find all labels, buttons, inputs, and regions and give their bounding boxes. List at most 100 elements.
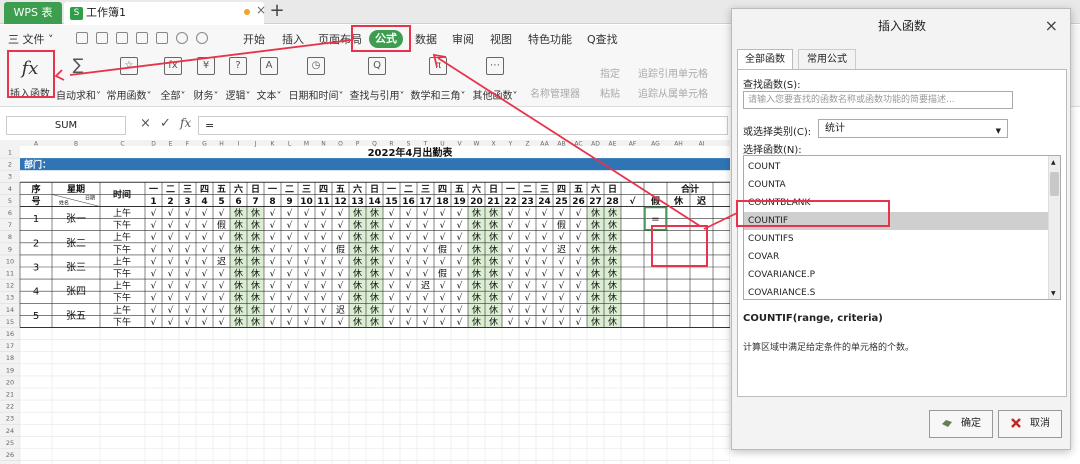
attendance-mark: √ <box>304 305 310 316</box>
menu-review[interactable]: 审阅 <box>452 31 474 47</box>
category-select[interactable]: 统计 ▼ <box>818 119 1008 138</box>
undo-icon[interactable] <box>176 32 188 44</box>
attendance-mark: 休 <box>353 231 362 243</box>
function-item[interactable]: COUNTBLANK <box>744 194 1049 212</box>
day-header: 7 <box>252 197 258 207</box>
function-item-selected[interactable]: COUNTIF <box>744 212 1049 230</box>
menu-page-layout[interactable]: 页面布局 <box>318 31 362 47</box>
attendance-mark: 休 <box>234 280 243 292</box>
other-functions-button[interactable]: ⋯ 其他函数˅ <box>470 57 520 102</box>
cancel-button[interactable]: 取消 <box>998 410 1062 438</box>
all-functions-button[interactable]: fx 全部˅ <box>157 57 189 102</box>
paste-button[interactable]: 粘贴 <box>600 85 620 100</box>
logic-button[interactable]: ? 逻辑˅ <box>222 57 254 102</box>
column-letter: AH <box>674 141 683 148</box>
tab-close-icon[interactable]: × <box>256 3 266 17</box>
clock-icon: ◷ <box>307 57 325 75</box>
menu-start[interactable]: 开始 <box>243 31 265 47</box>
redo-icon[interactable] <box>196 32 208 44</box>
menu-formula[interactable]: 公式 <box>369 30 403 48</box>
function-item[interactable]: COVARIANCE.P <box>744 266 1049 284</box>
row-number: 22 <box>6 403 14 411</box>
formula-input[interactable]: = <box>198 116 728 135</box>
tab-all-functions[interactable]: 全部函数 <box>737 49 793 70</box>
lookup-button[interactable]: Q 查找与引用˅ <box>348 57 406 102</box>
attendance-mark: √ <box>440 281 446 292</box>
menu-insert[interactable]: 插入 <box>282 31 304 47</box>
search-menu[interactable]: Q查找 <box>587 31 618 47</box>
attendance-mark: 休 <box>370 255 379 267</box>
attendance-mark: √ <box>406 281 412 292</box>
column-letter: M <box>304 141 309 148</box>
attendance-mark: √ <box>542 256 548 267</box>
dialog-close-icon[interactable]: × <box>1045 16 1058 35</box>
function-item[interactable]: COVARIANCE.S <box>744 284 1049 299</box>
function-list[interactable]: COUNT COUNTA COUNTBLANK COUNTIF COUNTIFS… <box>743 155 1061 300</box>
attendance-mark: √ <box>304 317 310 328</box>
sheet-grid[interactable]: A B C D E F G H I J K L M N O P Q R S T U V W X Y Z AA AB AC AD AE AF AG… <box>0 140 730 464</box>
chevron-down-icon: ▼ <box>995 127 1001 135</box>
math-button[interactable]: π 数学和三角˅ <box>410 57 466 102</box>
ok-button[interactable]: 确定 <box>929 410 993 438</box>
day-header: 18 <box>436 197 449 207</box>
scroll-up-icon[interactable]: ▲ <box>1051 159 1056 166</box>
new-tab-button[interactable]: + <box>268 1 286 21</box>
spreadsheet[interactable]: A B C D E F G H I J K L M N O P Q R S T U V W X Y Z AA AB AC AD AE AF AG… <box>0 140 730 464</box>
folder-icon[interactable] <box>76 32 88 44</box>
attendance-mark: √ <box>287 281 293 292</box>
scroll-thumb[interactable] <box>1050 172 1059 196</box>
specify-button[interactable]: 指定 <box>600 65 620 80</box>
attendance-mark: √ <box>525 317 531 328</box>
menu-data[interactable]: 数据 <box>415 31 437 47</box>
common-functions-button[interactable]: ☆ 常用函数˅ <box>106 57 152 102</box>
attendance-mark: √ <box>559 293 565 304</box>
attendance-mark: √ <box>338 293 344 304</box>
day-header: 20 <box>470 197 483 207</box>
fx-icon[interactable]: fx <box>180 116 191 130</box>
attendance-mark: 休 <box>489 316 498 328</box>
attendance-mark: √ <box>185 220 191 231</box>
function-item[interactable]: COUNT <box>744 158 1049 176</box>
print-icon[interactable] <box>136 32 148 44</box>
confirm-icon[interactable]: ✓ <box>160 116 171 131</box>
export-icon[interactable] <box>116 32 128 44</box>
attendance-mark: √ <box>576 244 582 255</box>
tab-common-formulas[interactable]: 常用公式 <box>798 49 856 70</box>
total-col-header: 假 <box>651 195 661 207</box>
autosum-button[interactable]: ∑ 自动求和˅ <box>56 57 101 103</box>
function-search-input[interactable]: 请输入您要查找的函数名称或函数功能的简要描述... <box>743 91 1013 109</box>
file-menu[interactable]: 三 文件 ˅ <box>8 31 54 47</box>
attendance-mark: 休 <box>489 243 498 255</box>
finance-button[interactable]: ¥ 财务˅ <box>190 57 222 102</box>
insert-function-button[interactable]: fx 插入函数 <box>8 57 52 100</box>
function-item[interactable]: COVAR <box>744 248 1049 266</box>
attendance-mark: 休 <box>251 268 260 280</box>
attendance-mark: √ <box>508 220 514 231</box>
column-letter: AA <box>540 141 549 148</box>
text-button[interactable]: A 文本˅ <box>253 57 285 102</box>
attendance-mark: 休 <box>234 255 243 267</box>
trace-precedents-button[interactable]: 追踪引用单元格 <box>638 65 708 80</box>
attendance-mark: 休 <box>472 316 481 328</box>
menu-view[interactable]: 视图 <box>490 31 512 47</box>
name-manager-button[interactable]: 名称管理器 <box>530 85 580 100</box>
list-scrollbar[interactable]: ▲ ▼ <box>1048 156 1060 299</box>
cancel-icon[interactable]: × <box>140 116 151 131</box>
function-item[interactable]: COUNTA <box>744 176 1049 194</box>
attendance-mark: √ <box>321 244 327 255</box>
function-item[interactable]: COUNTIFS <box>744 230 1049 248</box>
cancel-x-icon <box>1011 418 1021 428</box>
menu-special[interactable]: 特色功能 <box>528 31 572 47</box>
save-icon[interactable] <box>96 32 108 44</box>
preview-icon[interactable] <box>156 32 168 44</box>
datetime-button[interactable]: ◷ 日期和时间˅ <box>286 57 346 102</box>
tab-wps-home[interactable]: WPS 表格 <box>4 2 62 41</box>
scroll-down-icon[interactable]: ▼ <box>1051 290 1056 297</box>
trace-dependents-button[interactable]: 追踪从属单元格 <box>638 85 708 100</box>
tab-document[interactable]: S 工作簿1 <box>64 2 264 24</box>
attendance-mark: 休 <box>591 292 600 304</box>
attendance-mark: √ <box>389 305 395 316</box>
name-box[interactable]: SUM <box>6 116 126 135</box>
day-header: 10 <box>300 197 313 207</box>
attendance-mark: 休 <box>370 292 379 304</box>
